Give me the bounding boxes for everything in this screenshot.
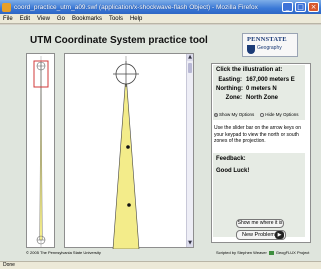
pennstate-logo: PENNSTATE Geography: [242, 33, 298, 57]
copyright-text: © 2005 The Pennsylvania State University: [26, 250, 101, 255]
menu-tools[interactable]: Tools: [109, 16, 123, 22]
show-me-where-button[interactable]: Show me where it is: [236, 219, 284, 228]
maximize-button[interactable]: □: [295, 2, 306, 12]
menu-view[interactable]: View: [37, 16, 50, 22]
zone-value: North Zone: [246, 95, 278, 101]
scroll-down-icon[interactable]: ▼: [187, 240, 193, 247]
zone-illustration-panel[interactable]: ▲ ▼: [64, 53, 195, 249]
radio-unselected-icon[interactable]: [260, 112, 265, 117]
zone-label: Zone:: [225, 95, 242, 101]
hide-options-label: Hide My Options: [265, 112, 299, 117]
window-titlebar: coord_practice_utm_a09.swf (application/…: [0, 0, 321, 14]
instructions-text: Use the slider bar on the arrow keys on …: [214, 125, 301, 144]
firefox-icon: [2, 2, 11, 12]
menu-edit[interactable]: Edit: [20, 16, 30, 22]
scroll-up-icon[interactable]: ▲: [187, 54, 193, 61]
menu-bar: File Edit View Go Bookmarks Tools Help: [0, 14, 321, 24]
shield-icon: [247, 45, 255, 54]
show-options-radio[interactable]: Show My Options: [214, 112, 254, 117]
hide-options-radio[interactable]: Hide My Options: [260, 112, 299, 117]
logo-line2: Geography: [257, 45, 282, 51]
easting-value: 167,000 meters E: [246, 77, 295, 83]
flash-content: UTM Coordinate System practice tool PENN…: [0, 25, 321, 261]
point-marker-2: [127, 203, 131, 207]
feedback-message: Good Luck!: [216, 168, 250, 174]
easting-label: Easting:: [218, 77, 242, 83]
new-problem-label: New Problem: [242, 232, 276, 238]
vertical-scrollbar[interactable]: ▲ ▼: [186, 54, 193, 247]
menu-bookmarks[interactable]: Bookmarks: [72, 16, 102, 22]
window-title: coord_practice_utm_a09.swf (application/…: [14, 3, 258, 11]
northing-label: Northing:: [216, 86, 243, 92]
new-problem-button[interactable]: New Problem ▶: [236, 230, 286, 240]
project-text[interactable]: GeogFLUX Project: [276, 250, 310, 255]
northing-value: 0 meters N: [246, 86, 277, 92]
menu-go[interactable]: Go: [57, 16, 65, 22]
credit-text: Scripted by Stephen Weaver: [216, 250, 267, 255]
minimize-button[interactable]: _: [282, 2, 293, 12]
show-options-label: Show My Options: [219, 112, 255, 117]
scroll-thumb[interactable]: [188, 63, 192, 73]
info-heading: Click the illustration at:: [216, 67, 283, 73]
status-bar: Done: [0, 261, 321, 269]
play-arrow-icon: ▶: [275, 231, 284, 239]
overview-map[interactable]: [27, 54, 56, 249]
geogflux-icon: [268, 250, 274, 255]
logo-line1: PENNSTATE: [247, 36, 287, 43]
app-title: UTM Coordinate System practice tool: [30, 35, 208, 46]
menu-help[interactable]: Help: [130, 16, 142, 22]
options-toggle: Show My Options Hide My Options: [214, 112, 299, 117]
menu-file[interactable]: File: [3, 16, 13, 22]
utm-zone-illustration[interactable]: [65, 54, 195, 249]
point-marker-1: [126, 145, 130, 149]
credit-line: Scripted by Stephen Weaver GeogFLUX Proj…: [216, 250, 309, 255]
close-button[interactable]: ×: [308, 2, 319, 12]
radio-selected-icon[interactable]: [214, 112, 218, 117]
overview-panel[interactable]: [26, 53, 55, 248]
feedback-label: Feedback:: [216, 156, 246, 162]
